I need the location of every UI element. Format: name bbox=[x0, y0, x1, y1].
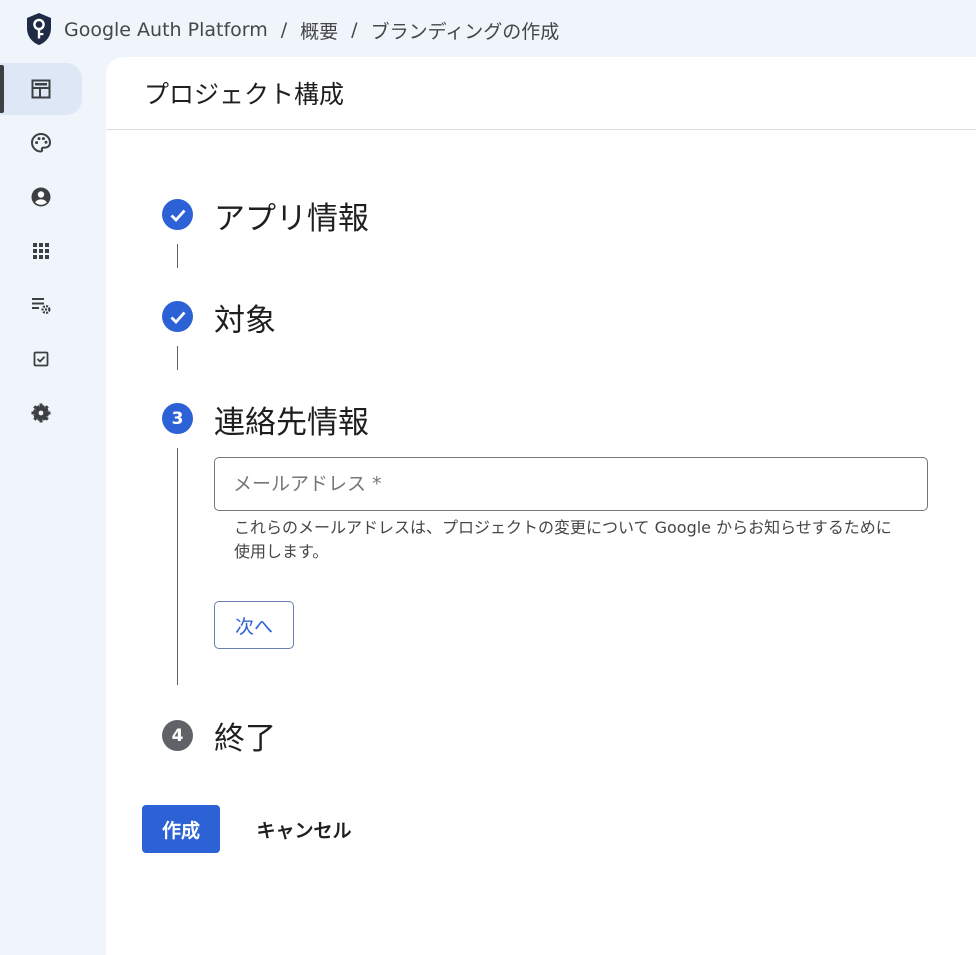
nav-item-settings[interactable] bbox=[0, 387, 82, 439]
breadcrumb-separator: / bbox=[351, 19, 358, 41]
step-3-title: 連絡先情報 bbox=[214, 405, 369, 441]
main-panel: プロジェクト構成 アプリ情報 対象 3 連絡先情報 これらのメールアドレスは、プ… bbox=[106, 57, 976, 955]
nav-item-audience[interactable] bbox=[0, 171, 82, 223]
nav-item-overview[interactable] bbox=[0, 63, 82, 115]
top-bar: Google Auth Platform / 概要 / ブランディングの作成 bbox=[0, 0, 976, 60]
breadcrumb-app-name[interactable]: Google Auth Platform bbox=[64, 19, 268, 41]
list-settings-icon bbox=[32, 298, 51, 315]
checkbox-icon bbox=[33, 351, 49, 367]
step-2-title[interactable]: 対象 bbox=[214, 295, 276, 340]
auth-shield-key-icon[interactable] bbox=[25, 12, 53, 46]
step-connector bbox=[177, 244, 178, 268]
breadcrumb-separator: / bbox=[280, 19, 288, 41]
step-3-number-icon: 3 bbox=[162, 403, 193, 434]
account-circle-icon bbox=[31, 187, 51, 207]
next-button[interactable]: 次へ bbox=[214, 601, 294, 649]
page-title: プロジェクト構成 bbox=[144, 80, 345, 109]
nav-item-branding[interactable] bbox=[0, 117, 82, 169]
breadcrumb: Google Auth Platform / 概要 / ブランディングの作成 bbox=[64, 16, 559, 44]
step-connector bbox=[177, 448, 178, 685]
step-2-complete-icon bbox=[162, 301, 193, 332]
nav-item-data-access[interactable] bbox=[0, 279, 82, 331]
breadcrumb-current: ブランディングの作成 bbox=[370, 20, 560, 43]
checkmark-icon bbox=[170, 209, 186, 222]
step-1-title[interactable]: アプリ情報 bbox=[214, 193, 369, 238]
breadcrumb-overview[interactable]: 概要 bbox=[300, 17, 338, 44]
step-1-complete-icon bbox=[162, 199, 193, 230]
cancel-button[interactable]: キャンセル bbox=[234, 805, 374, 853]
apps-grid-icon bbox=[33, 243, 49, 259]
gear-icon bbox=[31, 403, 51, 423]
dashboard-icon bbox=[31, 79, 51, 99]
step-connector bbox=[177, 346, 178, 370]
step-4-title: 終了 bbox=[214, 721, 276, 757]
step-4-number-icon: 4 bbox=[162, 720, 193, 751]
checkmark-icon bbox=[170, 311, 186, 324]
nav-item-clients[interactable] bbox=[0, 225, 82, 277]
panel-header: プロジェクト構成 bbox=[106, 57, 976, 130]
email-field[interactable] bbox=[214, 457, 928, 511]
create-button[interactable]: 作成 bbox=[142, 805, 220, 853]
palette-icon bbox=[30, 132, 52, 153]
email-helper-text: これらのメールアドレスは、プロジェクトの変更について Google からお知らせ… bbox=[234, 518, 892, 561]
nav-item-verification[interactable] bbox=[0, 333, 82, 385]
